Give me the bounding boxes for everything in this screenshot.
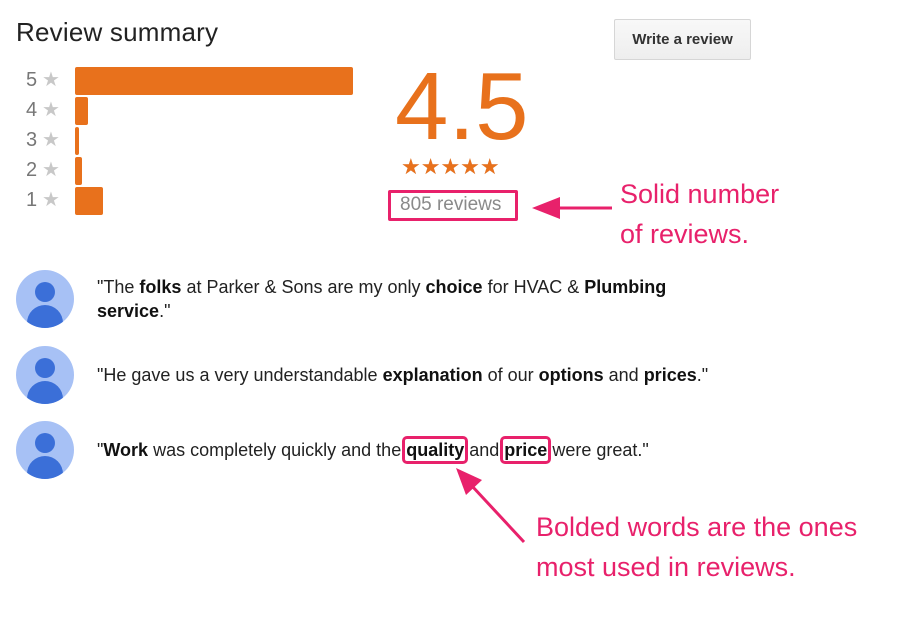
avatar-icon: [16, 346, 74, 404]
quote-text: were great.": [547, 440, 649, 460]
highlighted-keyword: price: [500, 436, 552, 464]
review-quote: "Work was completely quickly and the qua…: [97, 436, 857, 464]
quote-text: at Parker & Sons are my only: [181, 277, 426, 297]
quote-text: and: [464, 440, 505, 460]
avatar-icon: [16, 421, 74, 479]
review-quote: "He gave us a very understandable explan…: [97, 363, 857, 387]
arrow-to-bold-words: [470, 484, 526, 544]
quote-text: "He gave us a very understandable: [97, 365, 383, 385]
bold-keyword: explanation: [382, 365, 483, 385]
quote-text: for HVAC &: [482, 277, 585, 297]
avatar-icon: [16, 270, 74, 328]
review-summary-panel: Review summary Write a review 5 ★ 4 ★ 3 …: [0, 0, 900, 617]
bold-keyword: prices: [643, 365, 697, 385]
bold-keyword: choice: [425, 277, 483, 297]
quote-text: "The: [97, 277, 140, 297]
quote-text: .": [696, 365, 709, 385]
bold-keyword: options: [538, 365, 604, 385]
arrow-head-icon: [532, 197, 560, 219]
bold-keyword: folks: [139, 277, 182, 297]
quote-text: of our: [482, 365, 539, 385]
bold-keyword: Work: [103, 440, 149, 460]
quote-text: and: [603, 365, 644, 385]
highlighted-keyword: quality: [402, 436, 469, 464]
quote-text: was completely quickly and the: [148, 440, 407, 460]
review-quote: "The folks at Parker & Sons are my only …: [97, 275, 737, 323]
quote-text: .": [159, 301, 171, 321]
